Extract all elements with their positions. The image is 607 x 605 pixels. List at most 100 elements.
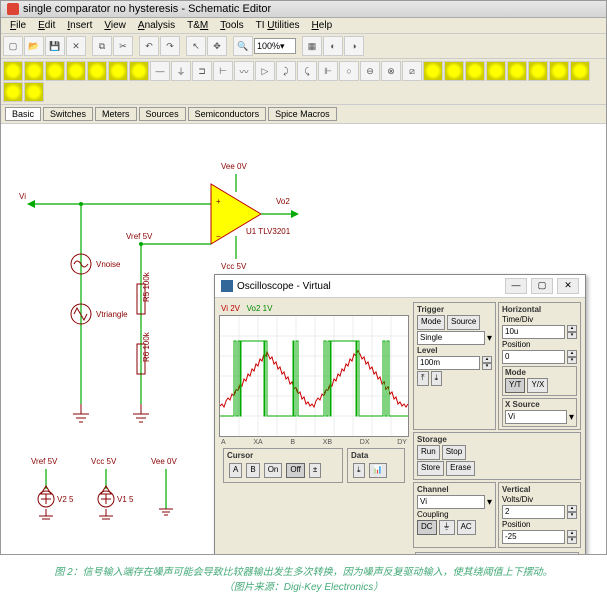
trigger-select[interactable]: Single — [417, 331, 485, 345]
scope-screen[interactable] — [219, 315, 409, 437]
comp-ind-icon[interactable]: 〰 — [234, 61, 254, 81]
osc-title-bar[interactable]: Oscilloscope - Virtual — ▢ ✕ — [215, 275, 585, 298]
tool-undo-icon[interactable]: ↶ — [139, 36, 159, 56]
menu-tm[interactable]: T&M — [182, 19, 213, 32]
tool-save-icon[interactable]: 💾 — [45, 36, 65, 56]
mode-yt-button[interactable]: Y/T — [505, 378, 525, 393]
data-chart-icon[interactable]: 📊 — [369, 463, 387, 478]
trigger-mode-button[interactable]: Mode — [417, 315, 445, 330]
tab-semiconductors[interactable]: Semiconductors — [188, 107, 267, 121]
ac-button[interactable]: AC — [457, 520, 476, 535]
tool-misc2-icon[interactable]: ◑ — [344, 36, 364, 56]
spinner[interactable]: ▴▾ — [567, 350, 577, 364]
comp-icon[interactable] — [528, 61, 548, 81]
comp-wire-icon[interactable]: — — [150, 61, 170, 81]
maximize-button[interactable]: ▢ — [531, 278, 553, 294]
vpos-input[interactable]: -25 — [502, 530, 565, 544]
cursor-plus-button[interactable]: ± — [309, 463, 321, 478]
menu-view[interactable]: View — [99, 19, 131, 32]
tab-switches[interactable]: Switches — [43, 107, 93, 121]
comp-icon[interactable] — [24, 82, 44, 102]
tool-select-icon[interactable]: ↖ — [186, 36, 206, 56]
dropdown-icon[interactable]: ▾ — [487, 497, 492, 508]
comp-icon[interactable] — [3, 61, 23, 81]
xsrc-select[interactable]: Vi — [505, 410, 567, 424]
dropdown-icon[interactable]: ▾ — [487, 333, 492, 344]
comp-icon[interactable] — [108, 61, 128, 81]
schematic-canvas[interactable]: + − Vi Vee 0V Vo2 U1 TLV3201 Vcc 5V Vnoi… — [1, 124, 606, 554]
trigger-rise-icon[interactable]: ⤒ — [417, 371, 429, 386]
comp-icon[interactable] — [66, 61, 86, 81]
comp-icon[interactable] — [45, 61, 65, 81]
tool-zoom-icon[interactable]: 🔍 — [233, 36, 253, 56]
cursor-b-button[interactable]: B — [246, 463, 259, 478]
comp-icon[interactable] — [87, 61, 107, 81]
comp-fet-icon[interactable]: ⊩ — [318, 61, 338, 81]
comp-icon[interactable] — [465, 61, 485, 81]
tool-copy-icon[interactable]: ⧉ — [92, 36, 112, 56]
cursor-off-button[interactable]: Off — [286, 463, 305, 478]
comp-icon[interactable] — [549, 61, 569, 81]
tool-misc1-icon[interactable]: ◐ — [323, 36, 343, 56]
tool-grid-icon[interactable]: ▦ — [302, 36, 322, 56]
mode-yx-button[interactable]: Y/X — [527, 378, 548, 393]
vdiv-input[interactable]: 2 — [502, 505, 565, 519]
hpos-input[interactable]: 0 — [502, 350, 565, 364]
auto-button[interactable]: Auto — [415, 552, 579, 554]
run-button[interactable]: Run — [417, 445, 440, 460]
comp-isrc-icon[interactable]: ⊗ — [381, 61, 401, 81]
minimize-button[interactable]: — — [505, 278, 527, 294]
menu-tools[interactable]: Tools — [215, 19, 248, 32]
comp-icon[interactable] — [129, 61, 149, 81]
channel-select[interactable]: Vi — [417, 495, 485, 509]
tab-sources[interactable]: Sources — [139, 107, 186, 121]
cursor-on-button[interactable]: On — [264, 463, 283, 478]
comp-icon[interactable] — [423, 61, 443, 81]
menu-edit[interactable]: Edit — [33, 19, 60, 32]
tool-close-icon[interactable]: ✕ — [66, 36, 86, 56]
menu-ti-utilities[interactable]: TI Utilities — [251, 19, 305, 32]
menu-analysis[interactable]: Analysis — [133, 19, 180, 32]
comp-icon[interactable] — [3, 82, 23, 102]
oscilloscope-window[interactable]: Oscilloscope - Virtual — ▢ ✕ Vi 2V Vo2 1… — [214, 274, 586, 554]
comp-icon[interactable] — [507, 61, 527, 81]
tab-basic[interactable]: Basic — [5, 107, 41, 121]
comp-pnp-icon[interactable]: ⤹ — [297, 61, 317, 81]
timediv-input[interactable]: 10u — [502, 325, 565, 339]
tool-redo-icon[interactable]: ↷ — [160, 36, 180, 56]
spinner[interactable]: ▴▾ — [567, 530, 577, 544]
data-export-icon[interactable]: ⤓ — [353, 463, 365, 478]
comp-diode-icon[interactable]: ▷ — [255, 61, 275, 81]
comp-icon[interactable] — [486, 61, 506, 81]
comp-res-icon[interactable]: ⊐ — [192, 61, 212, 81]
comp-cap-icon[interactable]: ⊢ — [213, 61, 233, 81]
tab-spice-macros[interactable]: Spice Macros — [268, 107, 337, 121]
tool-cut-icon[interactable]: ✂ — [113, 36, 133, 56]
tool-move-icon[interactable]: ✥ — [207, 36, 227, 56]
tool-new-icon[interactable]: ▢ — [3, 36, 23, 56]
tool-open-icon[interactable]: 📂 — [24, 36, 44, 56]
gnd-button[interactable]: ⏚ — [439, 520, 455, 535]
close-button[interactable]: ✕ — [557, 278, 579, 294]
store-button[interactable]: Store — [417, 461, 444, 476]
comp-icon[interactable] — [570, 61, 590, 81]
spinner[interactable]: ▴▾ — [567, 325, 577, 339]
cursor-a-button[interactable]: A — [229, 463, 242, 478]
dc-button[interactable]: DC — [417, 520, 437, 535]
comp-sw-icon[interactable]: ⧄ — [402, 61, 422, 81]
spinner[interactable]: ▴▾ — [482, 356, 492, 370]
comp-npn-icon[interactable]: ⤸ — [276, 61, 296, 81]
zoom-select[interactable]: 100%▾ — [254, 38, 296, 54]
trigger-level-input[interactable]: 100m — [417, 356, 480, 370]
erase-button[interactable]: Erase — [446, 461, 475, 476]
comp-icon[interactable] — [24, 61, 44, 81]
trigger-fall-icon[interactable]: ⤓ — [431, 371, 443, 386]
trigger-source-button[interactable]: Source — [447, 315, 480, 330]
comp-gnd-icon[interactable]: ⏚ — [171, 61, 191, 81]
comp-icon[interactable] — [444, 61, 464, 81]
dropdown-icon[interactable]: ▾ — [569, 412, 574, 423]
tab-meters[interactable]: Meters — [95, 107, 137, 121]
spinner[interactable]: ▴▾ — [567, 505, 577, 519]
menu-file[interactable]: File — [5, 19, 31, 32]
comp-src-icon[interactable]: ○ — [339, 61, 359, 81]
